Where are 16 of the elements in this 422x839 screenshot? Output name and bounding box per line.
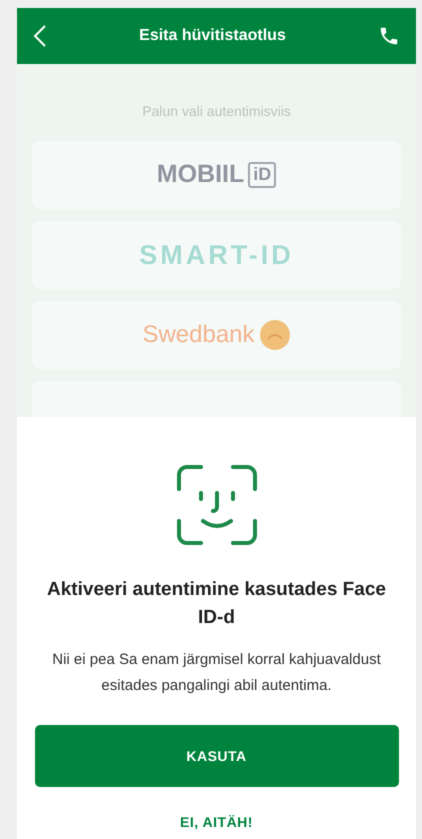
auth-method-card[interactable]: Swedbank <box>32 301 401 369</box>
back-icon[interactable] <box>33 25 47 47</box>
logo-text: MOBIIL <box>156 159 244 190</box>
auth-method-card[interactable]: SMART-ID <box>32 221 401 289</box>
logo-text: SMART-ID <box>139 238 294 272</box>
sheet-title: Aktiveeri autentimine kasutades Face ID-d <box>46 578 387 630</box>
logo-text: Swedbank <box>142 320 255 350</box>
coin-icon <box>258 319 291 351</box>
face-id-icon <box>176 465 256 545</box>
sheet-description: Nii ei pea Sa enam järgmisel korral kahjuavaldust esitades pangalingi abil autentima. <box>51 650 382 696</box>
screen-title: Esita hüvitistaotlus <box>138 26 287 46</box>
logo-badge: iD <box>248 162 276 188</box>
auth-method-card[interactable]: MOBIIL iD <box>32 141 401 209</box>
use-button[interactable]: KASUTA <box>34 725 398 787</box>
phone-icon[interactable] <box>378 25 400 47</box>
decline-button[interactable]: EI, AITÄH! <box>172 808 261 837</box>
